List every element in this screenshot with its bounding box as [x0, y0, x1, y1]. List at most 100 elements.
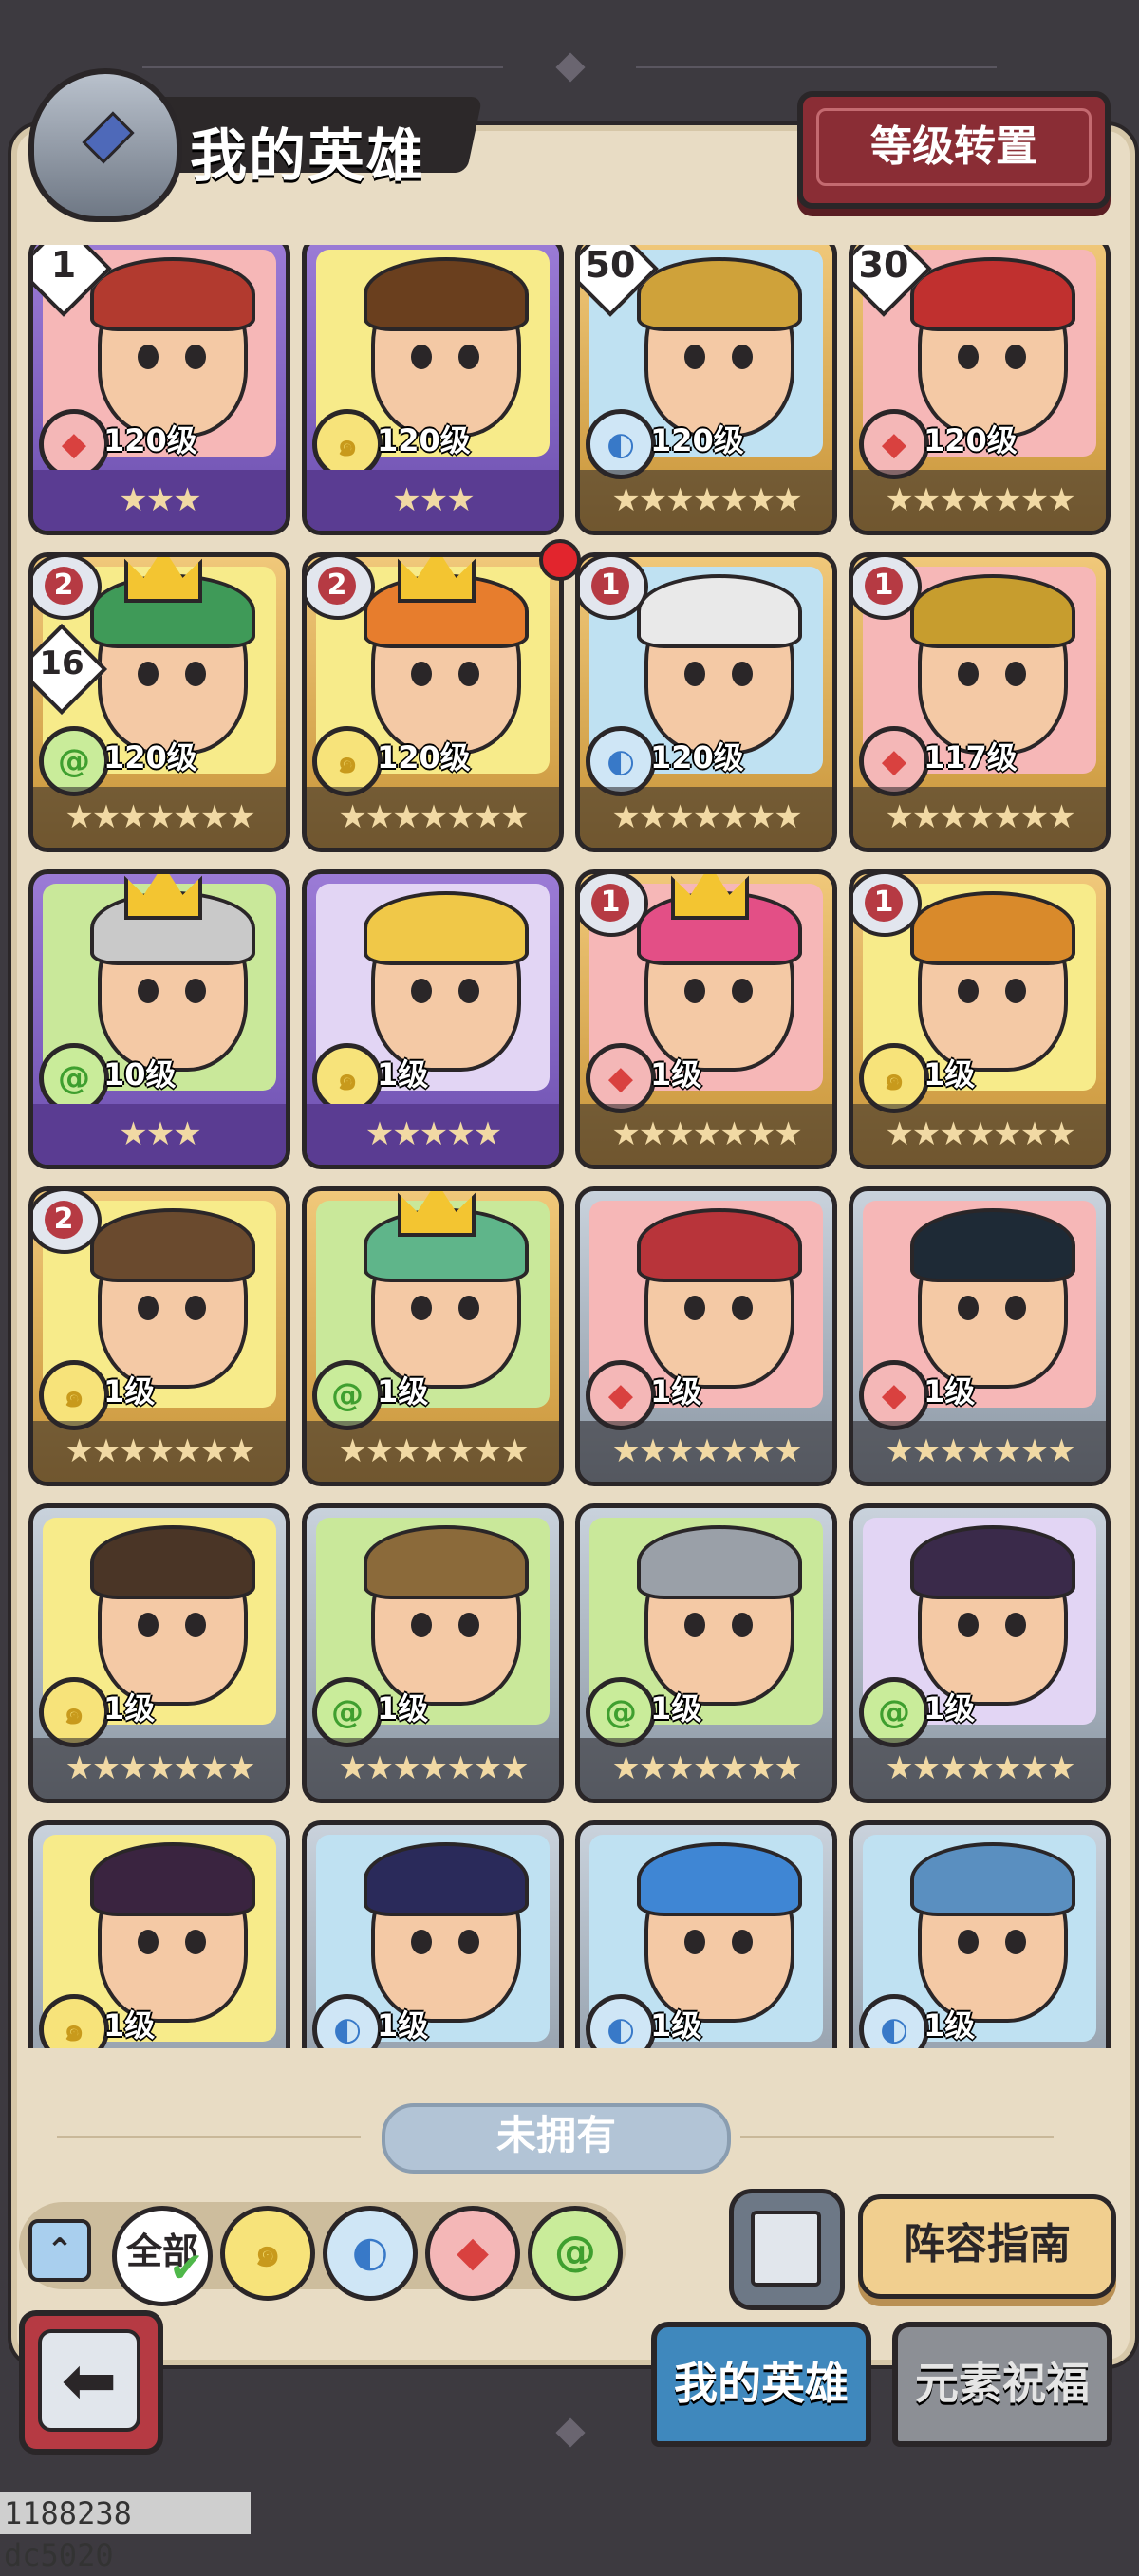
collapse-button[interactable]: ⌃ [28, 2219, 91, 2282]
wing-badge-icon: 1 [853, 557, 922, 620]
filter-fire-icon[interactable]: ◆ [425, 2206, 520, 2301]
wing-badge-icon: 2 [33, 1191, 102, 1254]
hero-grid: ◆ 120级 ★★★ 1 ๑ 120级 ★★★ ◐ 120级 ★★★★★★★ 50 ◆ 120级 ★★★★… [28, 245, 1111, 2048]
helmet-gem [82, 111, 135, 164]
save-lineup-button[interactable] [729, 2189, 845, 2310]
wing-badge-number: 1 [865, 884, 903, 922]
hero-hair [90, 1842, 255, 1916]
hero-eye [684, 662, 705, 686]
hero-card[interactable]: ๑ 1级 ★★★★★★★ 2 [28, 1186, 290, 1486]
hero-hair [910, 1842, 1075, 1916]
hero-card[interactable]: @120级 ★★★★★★★ 2 16 [28, 552, 290, 852]
hero-eye [732, 1296, 753, 1320]
level-transfer-button[interactable]: 等级转置 [797, 91, 1111, 209]
hero-level: 1级 [103, 1373, 156, 1409]
divider-left [57, 2136, 361, 2138]
hero-eye [185, 345, 206, 369]
earth-element-icon: ๑ [39, 1360, 109, 1430]
wind-element-icon: @ [859, 1677, 929, 1747]
hero-eye [185, 1613, 206, 1637]
earth-element-icon: ๑ [312, 726, 383, 796]
hero-stars: ★★★★★★★ [853, 1421, 1106, 1482]
hero-card[interactable]: ๑ 120级 ★★★★★★★ 2 [302, 552, 564, 852]
hero-eye [138, 1930, 159, 1954]
hero-card[interactable]: ๑1级★★★★★★★ [28, 1503, 290, 1803]
hero-card[interactable]: @1级 ★★★★★★★ [302, 1186, 564, 1486]
hero-card[interactable]: ๑ 120级 ★★★ [302, 245, 564, 535]
hero-stars: ★★★★★★★ [580, 1421, 832, 1482]
hero-stars: ★★★★★★★ [33, 787, 286, 848]
hero-card[interactable]: ๑ 1级 ★★★★★★★ 1 [849, 869, 1111, 1169]
hero-stars: ★★★ [33, 1104, 286, 1165]
filter-water-icon[interactable]: ◐ [323, 2206, 418, 2301]
hero-level: 1级 [924, 1690, 976, 1727]
hero-card[interactable]: ◐ 120级 ★★★★★★★ 1 [575, 552, 837, 852]
hero-card[interactable]: ◆ 1级 ★★★★★★★ 1 [575, 869, 837, 1169]
wing-badge-icon: 2 [307, 557, 375, 620]
filter-earth-icon[interactable]: ๑ [220, 2206, 315, 2301]
hero-hair [637, 1525, 802, 1599]
water-element-icon: ◐ [586, 726, 656, 796]
hero-hair [910, 574, 1075, 648]
hero-level: 10级 [103, 1056, 177, 1092]
hero-eye [958, 1930, 979, 1954]
hero-level: 1级 [650, 1373, 702, 1409]
hero-eye [1005, 979, 1026, 1003]
sub-badge-number: 16 [39, 644, 84, 682]
back-button[interactable]: ⬅ [19, 2310, 163, 2455]
hero-card[interactable]: ◐1级★★★★★★★ [302, 1820, 564, 2048]
hero-stars: ★★★★★★★ [33, 1738, 286, 1799]
hero-card[interactable]: ๑ 1级 ★★★★★ [302, 869, 564, 1169]
hero-card[interactable]: ◆ 117级 ★★★★★★★ 1 [849, 552, 1111, 852]
tab-my-heroes[interactable]: 我的英雄 [651, 2322, 871, 2447]
tab-element-blessing[interactable]: 元素祝福 [892, 2322, 1112, 2447]
hero-hair [90, 1525, 255, 1599]
fire-element-icon: ◆ [39, 409, 109, 479]
hero-eye [732, 662, 753, 686]
hero-level: 1级 [377, 1690, 429, 1727]
hero-stars: ★★★★★★★ [33, 1421, 286, 1482]
wing-badge-number: 1 [865, 567, 903, 605]
hero-card[interactable]: ๑1级★★★★★★★ [28, 1820, 290, 2048]
hero-card[interactable]: ◐ 120级 ★★★★★★★ 50 [575, 245, 837, 535]
hero-eye [958, 979, 979, 1003]
hero-level: 120级 [377, 739, 471, 775]
hero-level: 1级 [650, 2007, 702, 2044]
hero-stars: ★★★★★★★ [853, 470, 1106, 531]
hero-eye [458, 1296, 479, 1320]
hero-eye [138, 345, 159, 369]
hero-eye [1005, 1930, 1026, 1954]
hero-stars: ★★★ [307, 470, 559, 531]
hero-eye [185, 979, 206, 1003]
hero-hair [364, 1525, 529, 1599]
fire-element-icon: ◆ [586, 1043, 656, 1113]
hero-stars: ★★★★★★★ [307, 1421, 559, 1482]
hero-card[interactable]: @10级 ★★★ [28, 869, 290, 1169]
hero-hair [910, 257, 1075, 331]
hero-level: 1级 [103, 1690, 156, 1727]
crown-icon [124, 874, 202, 920]
filter-wind-icon[interactable]: @ [528, 2206, 623, 2301]
hero-card[interactable]: ◆ 1级 ★★★★★★★ [575, 1186, 837, 1486]
hero-card[interactable]: ◐1级★★★★★★★ [849, 1820, 1111, 2048]
hero-card[interactable]: ◆ 1级 ★★★★★★★ [849, 1186, 1111, 1486]
page-title: 我的英雄 [190, 123, 425, 190]
hero-card[interactable]: ◐1级★★★★★★★ [575, 1820, 837, 2048]
hero-card[interactable]: ◆ 120级 ★★★★★★★ 30 [849, 245, 1111, 535]
hero-eye [411, 345, 432, 369]
helmet-icon [28, 68, 182, 222]
hero-card[interactable]: @1级 ★★★★★★★ [302, 1503, 564, 1803]
hero-card[interactable]: @1级 ★★★★★★★ [849, 1503, 1111, 1803]
hero-level: 1级 [924, 2007, 976, 2044]
hero-eye [732, 345, 753, 369]
hero-card[interactable]: @1级 ★★★★★★★ [575, 1503, 837, 1803]
hero-level: 1级 [650, 1056, 702, 1092]
bottom-diamond-icon [555, 2417, 586, 2448]
wing-badge-number: 2 [45, 567, 83, 605]
hero-eye [732, 1930, 753, 1954]
lineup-guide-button[interactable]: 阵容指南 [858, 2194, 1116, 2299]
hero-hair [364, 257, 529, 331]
hero-eye [732, 979, 753, 1003]
hero-eye [1005, 1613, 1026, 1637]
hero-card[interactable]: ◆ 120级 ★★★ 1 [28, 245, 290, 535]
